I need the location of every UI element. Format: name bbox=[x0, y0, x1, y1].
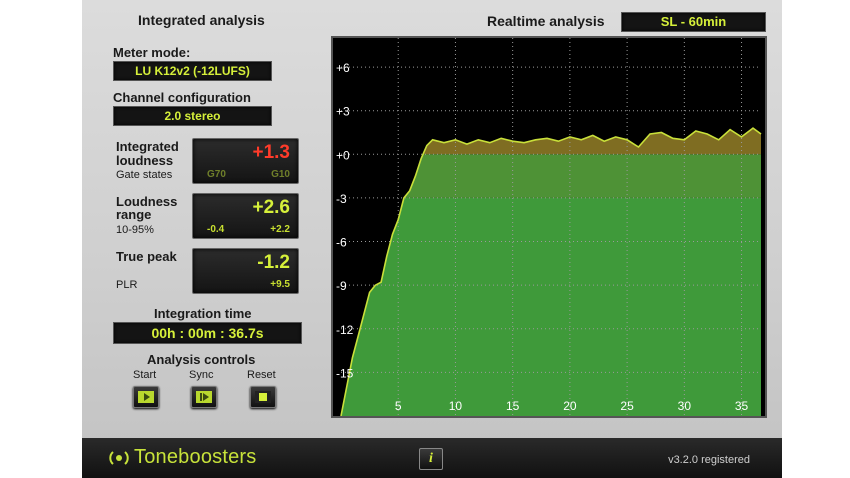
stop-icon bbox=[255, 391, 271, 403]
integrated-loudness-value: +1.3 bbox=[252, 142, 290, 163]
start-button[interactable] bbox=[133, 386, 159, 408]
analysis-controls-label: Analysis controls bbox=[147, 352, 256, 367]
sync-button[interactable] bbox=[191, 386, 217, 408]
x-tick-label: 20 bbox=[563, 399, 577, 413]
x-tick-label: 30 bbox=[678, 399, 692, 413]
true-peak-label: True peak bbox=[116, 249, 177, 264]
band-lower bbox=[341, 197, 761, 416]
x-tick-label: 10 bbox=[449, 399, 463, 413]
y-tick-label: -15 bbox=[336, 366, 354, 380]
integration-time-label: Integration time bbox=[154, 306, 252, 321]
y-tick-label: -12 bbox=[336, 323, 354, 337]
gate-g70: G70 bbox=[207, 169, 226, 180]
integrated-title: Integrated analysis bbox=[138, 12, 265, 28]
x-tick-label: 5 bbox=[395, 399, 402, 413]
meter-mode-label: Meter mode: bbox=[113, 45, 191, 60]
realtime-mode-display[interactable]: SL - 60min bbox=[621, 12, 766, 32]
loudness-range-value: +2.6 bbox=[252, 197, 290, 218]
speaker-wave-icon bbox=[109, 450, 129, 465]
x-tick-label: 15 bbox=[506, 399, 520, 413]
sync-label: Sync bbox=[189, 369, 214, 381]
plr-label: PLR bbox=[116, 279, 138, 291]
plr-value: +9.5 bbox=[270, 279, 290, 290]
integrated-panel: Integrated analysis Meter mode: LU K12v2… bbox=[82, 0, 330, 438]
meter-mode-display[interactable]: LU K12v2 (-12LUFS) bbox=[113, 61, 272, 81]
loudness-range-label-2: range bbox=[116, 207, 152, 222]
info-button[interactable]: i bbox=[419, 448, 443, 470]
integrated-loudness-label: Integrated bbox=[116, 139, 179, 154]
channel-config-label: Channel configuration bbox=[113, 90, 251, 105]
x-tick-label: 25 bbox=[620, 399, 634, 413]
band-upper bbox=[341, 154, 761, 198]
range-low-value: -0.4 bbox=[207, 224, 225, 235]
sync-play-icon bbox=[196, 391, 212, 403]
integrated-loudness-label-2: loudness bbox=[116, 153, 174, 168]
reset-button[interactable] bbox=[250, 386, 276, 408]
y-tick-label: -3 bbox=[336, 192, 347, 206]
range-high-value: +2.2 bbox=[270, 224, 290, 235]
y-tick-label: +0 bbox=[336, 148, 350, 162]
y-tick-label: -9 bbox=[336, 279, 347, 293]
range-percentile-label: 10-95% bbox=[116, 224, 154, 236]
play-icon bbox=[138, 391, 154, 403]
true-peak-value: -1.2 bbox=[257, 252, 290, 273]
brand-name: Toneboosters bbox=[134, 446, 257, 468]
start-label: Start bbox=[133, 369, 157, 381]
plugin-window: Integrated analysis Meter mode: LU K12v2… bbox=[82, 0, 782, 478]
realtime-title: Realtime analysis bbox=[487, 13, 605, 29]
true-peak-meter: -1.2 +9.5 bbox=[192, 248, 299, 294]
y-tick-label: +6 bbox=[336, 61, 350, 75]
realtime-graph: +6 +3 +0 -3 -6 -9 -12 -15 5 10 15 20 25 30 35 bbox=[331, 36, 767, 418]
loudness-chart: +6 +3 +0 -3 -6 -9 -12 -15 5 10 15 20 25 30 35 bbox=[336, 38, 762, 417]
reset-label: Reset bbox=[247, 369, 276, 381]
footer-bar: Toneboosters i v3.2.0 registered bbox=[82, 438, 782, 478]
loudness-range-meter: +2.6 -0.4 +2.2 bbox=[192, 193, 299, 239]
integrated-loudness-meter: +1.3 G70 G10 bbox=[192, 138, 299, 184]
x-tick-label: 35 bbox=[735, 399, 749, 413]
area-above-zero bbox=[341, 128, 761, 155]
gate-g10: G10 bbox=[271, 169, 290, 180]
brand-logo: Toneboosters bbox=[108, 446, 256, 469]
y-tick-label: -6 bbox=[336, 236, 347, 250]
integration-time-display: 00h : 00m : 36.7s bbox=[113, 322, 302, 344]
channel-config-display[interactable]: 2.0 stereo bbox=[113, 106, 272, 126]
version-text: v3.2.0 registered bbox=[668, 454, 750, 466]
gate-states-label: Gate states bbox=[116, 169, 173, 181]
y-tick-label: +3 bbox=[336, 105, 350, 119]
